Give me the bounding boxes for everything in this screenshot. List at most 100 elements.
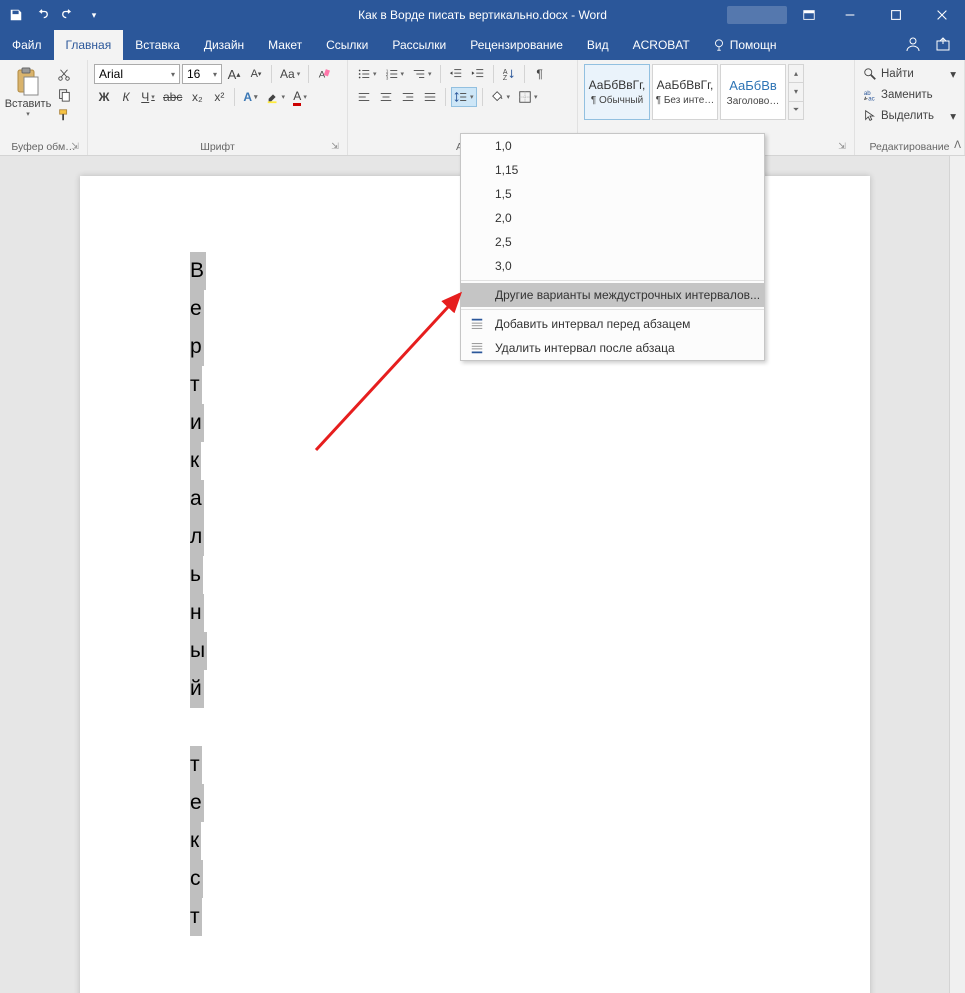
font-name-combo[interactable]: Arial▾ (94, 64, 180, 84)
text-character: В (190, 252, 207, 290)
justify-button[interactable] (420, 87, 440, 107)
shading-button[interactable]: ▾ (488, 87, 514, 107)
grow-font-button[interactable]: A▴ (224, 64, 244, 84)
tab-acrobat[interactable]: ACROBAT (621, 30, 702, 60)
change-case-button[interactable]: Aa▾ (277, 64, 303, 84)
save-button[interactable] (4, 3, 28, 27)
underline-button[interactable]: Ч▾ (138, 87, 158, 107)
text-character: т (190, 366, 207, 404)
italic-button[interactable]: К (116, 87, 136, 107)
redo-button[interactable] (56, 3, 80, 27)
font-color-button[interactable]: A▾ (290, 87, 310, 107)
spacing-option-1-5[interactable]: 1,5 (461, 182, 764, 206)
clear-formatting-button[interactable]: A (314, 64, 334, 84)
line-spacing-menu: 1,0 1,15 1,5 2,0 2,5 3,0 Другие варианты… (460, 133, 765, 361)
text-character: й (190, 670, 207, 708)
tab-design[interactable]: Дизайн (192, 30, 256, 60)
text-character: е (190, 784, 207, 822)
add-space-before-paragraph[interactable]: Добавить интервал перед абзацем (461, 312, 764, 336)
tell-me-search[interactable]: Помощн (702, 30, 787, 60)
quick-access-toolbar: ▾ (0, 3, 110, 27)
spacing-option-2-5[interactable]: 2,5 (461, 230, 764, 254)
group-label-clipboard: Буфер обм…⇲ (6, 141, 81, 155)
style-heading1[interactable]: АаБбВв Заголово… (720, 64, 786, 120)
align-right-button[interactable] (398, 87, 418, 107)
spacing-option-2-0[interactable]: 2,0 (461, 206, 764, 230)
format-painter-button[interactable] (54, 106, 74, 124)
qat-customize-button[interactable]: ▾ (82, 3, 106, 27)
text-character: т (190, 746, 207, 784)
tab-mailings[interactable]: Рассылки (380, 30, 458, 60)
tab-home[interactable]: Главная (54, 30, 124, 60)
superscript-button[interactable]: x² (209, 87, 229, 107)
decrease-indent-button[interactable] (446, 64, 466, 84)
copy-button[interactable] (54, 86, 74, 104)
text-character: ы (190, 632, 207, 670)
borders-button[interactable]: ▾ (515, 87, 541, 107)
remove-space-after-paragraph[interactable]: Удалить интервал после абзаца (461, 336, 764, 360)
group-editing: Найти▾ abac Заменить Выделить▾ Редактиро… (855, 60, 965, 155)
numbering-button[interactable]: 123▾ (382, 64, 408, 84)
text-character: е (190, 290, 207, 328)
share-icon[interactable] (935, 36, 951, 55)
tab-file[interactable]: Файл (0, 30, 54, 60)
font-dialog-launcher[interactable]: ⇲ (329, 141, 341, 153)
styles-dialog-launcher[interactable]: ⇲ (836, 141, 848, 153)
text-character: р (190, 328, 207, 366)
window-title: Как в Ворде писать вертикально.docx - Wo… (358, 8, 607, 22)
align-center-button[interactable] (376, 87, 396, 107)
select-button[interactable]: Выделить▾ (861, 106, 958, 126)
text-effects-button[interactable]: A▾ (240, 87, 260, 107)
svg-text:Z: Z (502, 75, 507, 81)
minimize-button[interactable] (827, 0, 873, 30)
bold-button[interactable]: Ж (94, 87, 114, 107)
remove-space-after-icon (469, 341, 485, 355)
increase-indent-button[interactable] (468, 64, 488, 84)
undo-button[interactable] (30, 3, 54, 27)
group-label-editing: Редактирование (861, 141, 958, 155)
highlight-button[interactable]: ▾ (263, 87, 289, 107)
paste-button[interactable]: Вставить ▾ (6, 64, 50, 124)
vertical-text-block: Вертикальныйтекст (190, 252, 207, 936)
strikethrough-button[interactable]: abc (160, 87, 185, 107)
spacing-option-3-0[interactable]: 3,0 (461, 254, 764, 278)
line-spacing-button[interactable]: ▾ (451, 87, 477, 107)
replace-button[interactable]: abac Заменить (861, 85, 958, 105)
show-hide-marks-button[interactable]: ¶ (530, 64, 550, 84)
user-account-block[interactable] (727, 6, 787, 24)
maximize-button[interactable] (873, 0, 919, 30)
find-button[interactable]: Найти▾ (861, 64, 958, 84)
tell-me-label: Помощн (730, 38, 777, 52)
align-left-button[interactable] (354, 87, 374, 107)
clipboard-dialog-launcher[interactable]: ⇲ (69, 141, 81, 153)
spacing-more-options[interactable]: Другие варианты междустрочных интервалов… (461, 283, 764, 307)
tab-view[interactable]: Вид (575, 30, 621, 60)
tab-insert[interactable]: Вставка (123, 30, 192, 60)
close-button[interactable] (919, 0, 965, 30)
style-no-spacing[interactable]: АаБбВвГг, ¶ Без инте… (652, 64, 718, 120)
ribbon-display-options-button[interactable] (797, 3, 821, 27)
multilevel-list-button[interactable]: ▾ (409, 64, 435, 84)
collapse-ribbon-button[interactable]: ᐱ (954, 140, 961, 151)
tab-review[interactable]: Рецензирование (458, 30, 575, 60)
window-controls (827, 0, 965, 30)
tab-layout[interactable]: Макет (256, 30, 314, 60)
sort-button[interactable]: AZ (499, 64, 519, 84)
group-font: Arial▾ 16▾ A▴ A▾ Aa▾ A Ж К Ч▾ abc x₂ x² … (88, 60, 348, 155)
spacing-option-1-0[interactable]: 1,0 (461, 134, 764, 158)
spacing-option-1-15[interactable]: 1,15 (461, 158, 764, 182)
styles-gallery-more[interactable]: ▴▾⏷ (788, 64, 804, 120)
clipboard-icon (12, 66, 44, 98)
style-normal[interactable]: АаБбВвГг, ¶ Обычный (584, 64, 650, 120)
cut-button[interactable] (54, 66, 74, 84)
font-size-combo[interactable]: 16▾ (182, 64, 222, 84)
ribbon-tabs: Файл Главная Вставка Дизайн Макет Ссылки… (0, 30, 965, 60)
styles-gallery: АаБбВвГг, ¶ Обычный АаБбВвГг, ¶ Без инте… (584, 64, 848, 120)
subscript-button[interactable]: x₂ (187, 87, 207, 107)
bullets-button[interactable]: ▾ (354, 64, 380, 84)
shrink-font-button[interactable]: A▾ (246, 64, 266, 84)
vertical-scrollbar[interactable] (949, 156, 965, 993)
text-character: к (190, 442, 207, 480)
tab-references[interactable]: Ссылки (314, 30, 380, 60)
account-icon[interactable] (905, 36, 921, 55)
